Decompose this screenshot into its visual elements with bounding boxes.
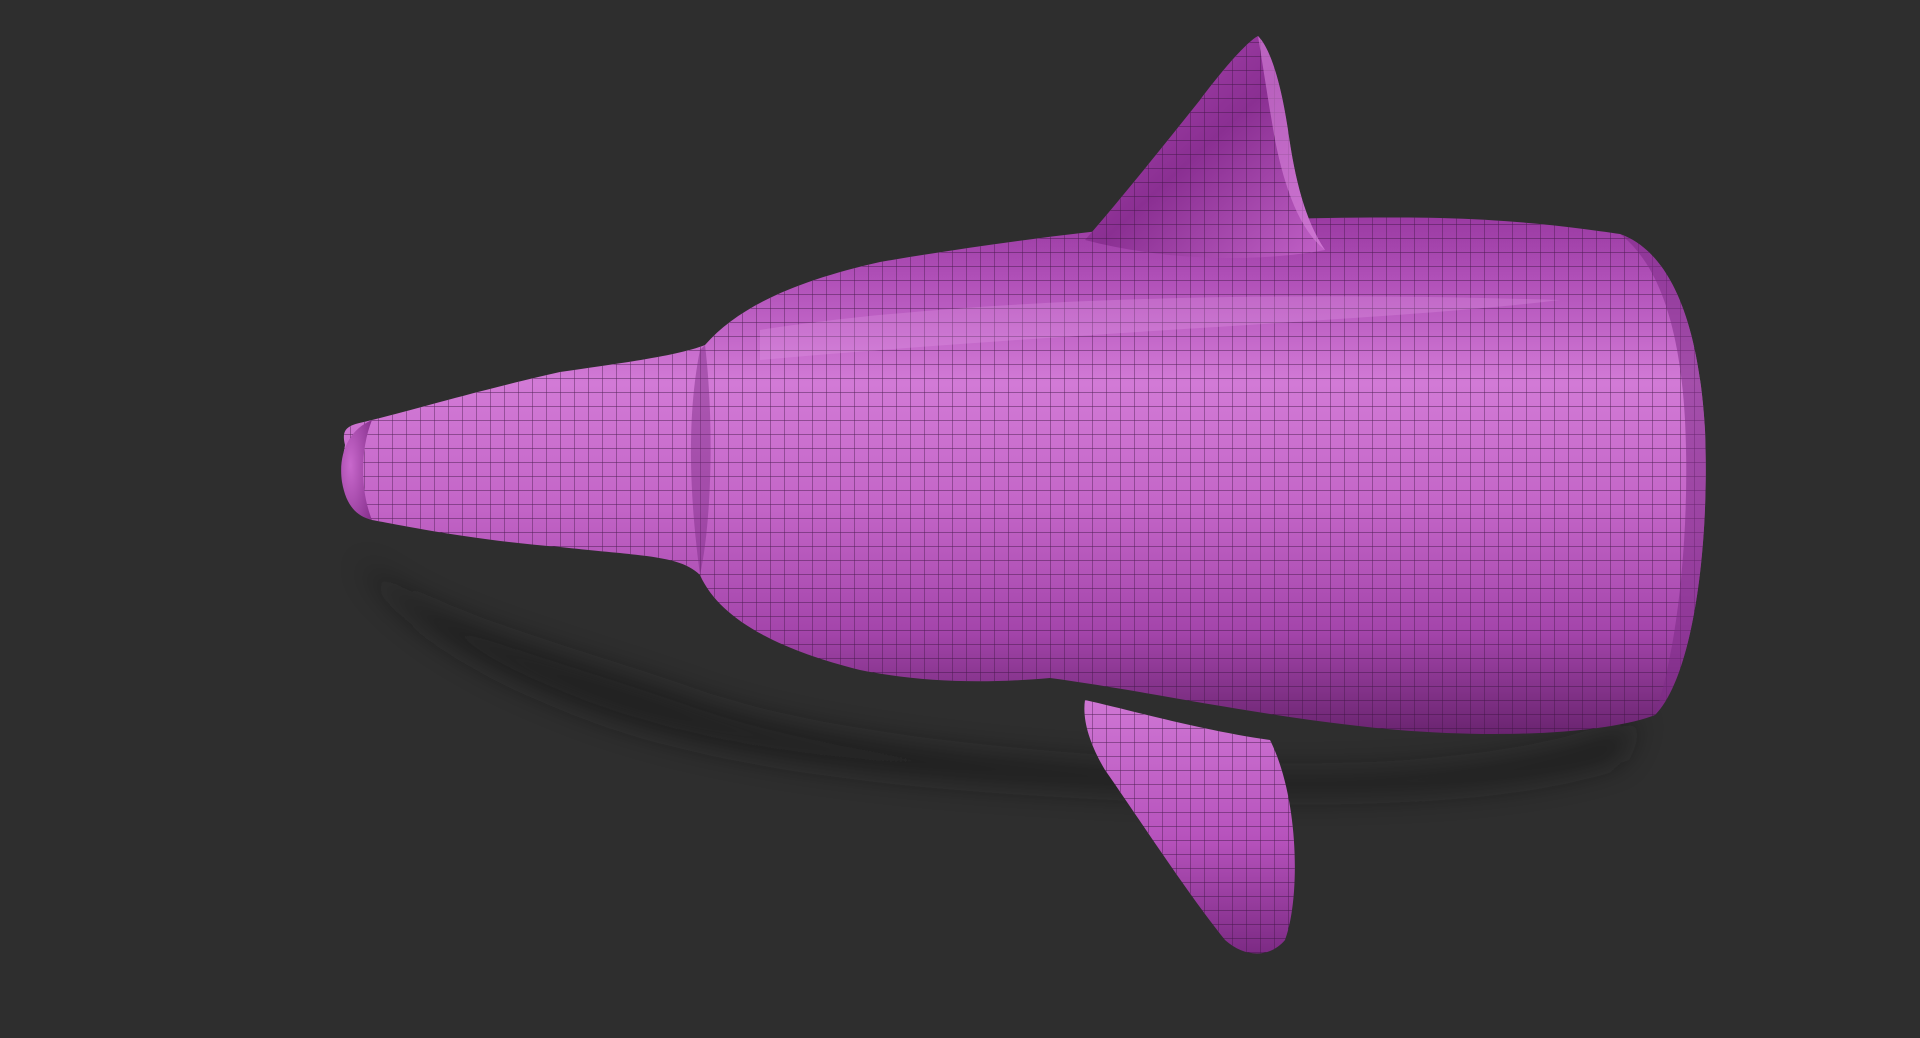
top-ear[interactable] [1085,36,1325,259]
bottom-ear[interactable] [1084,700,1295,954]
3d-viewport[interactable] [0,0,1920,1038]
viewport-canvas[interactable] [0,0,1920,1038]
